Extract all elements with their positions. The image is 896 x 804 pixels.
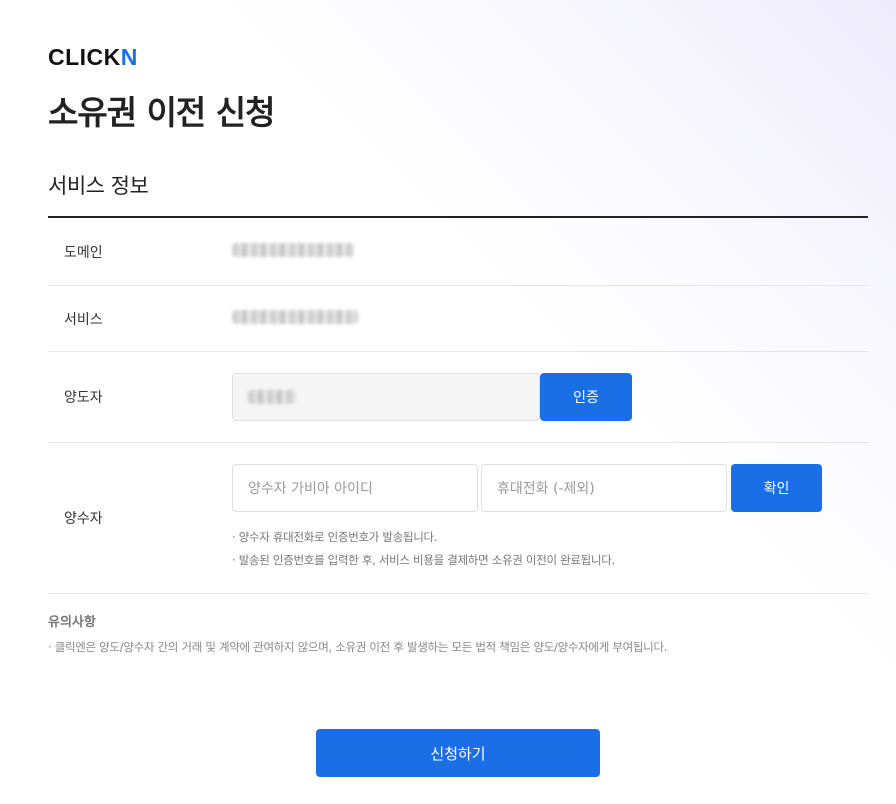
transferee-id-input[interactable]: 양수자 가비아 아이디: [232, 464, 478, 512]
domain-value-redacted: [232, 243, 354, 257]
transferor-id-field: [232, 373, 540, 421]
transferor-value: 인증: [232, 373, 868, 421]
section-title: 서비스 정보: [48, 174, 149, 198]
domain-label: 도메인: [64, 244, 103, 261]
service-value: [232, 309, 868, 328]
submit-button[interactable]: 신청하기: [316, 729, 600, 777]
notice-section: 유의사항 · 클릭엔은 양도/양수자 간의 거래 및 계약에 관여하지 않으며,…: [48, 611, 868, 655]
verify-button[interactable]: 인증: [540, 373, 632, 421]
logo-accent: N: [120, 44, 138, 70]
transferee-row: 양수자 양수자 가비아 아이디 휴대전화 (-제외) 확인 · 양수자 휴대전화…: [48, 443, 868, 594]
clickn-logo[interactable]: CLICKN: [48, 44, 138, 71]
notice-title: 유의사항: [48, 615, 96, 630]
domain-row: 도메인: [48, 218, 868, 286]
transferee-phone-input[interactable]: 휴대전화 (-제외): [481, 464, 727, 512]
service-value-redacted: [232, 310, 358, 324]
transferor-id-redacted: [248, 390, 296, 404]
service-row: 서비스: [48, 286, 868, 352]
service-info-table: 도메인 서비스 양도자 인증 양수자 양수자 가비아 아이디 휴대전화 (-제외…: [48, 216, 868, 594]
hint-item: · 발송된 인증번호를 입력한 후, 서비스 비용을 결제하면 소유권 이전이 …: [232, 553, 615, 567]
service-label: 서비스: [64, 311, 103, 328]
transferor-label: 양도자: [64, 390, 103, 406]
transferee-hints: · 양수자 휴대전화로 인증번호가 발송됩니다. · 발송된 인증번호를 입력한…: [232, 526, 868, 572]
hint-item: · 양수자 휴대전화로 인증번호가 발송됩니다.: [232, 530, 438, 544]
notice-text: · 클릭엔은 양도/양수자 간의 거래 및 계약에 관여하지 않으며, 소유권 …: [48, 640, 668, 654]
transferor-row: 양도자 인증: [48, 352, 868, 443]
logo-main: CLICK: [48, 44, 121, 70]
page-title: 소유권 이전 신청: [48, 93, 275, 132]
transferee-label: 양수자: [64, 511, 103, 527]
domain-value: [232, 242, 868, 261]
confirm-button[interactable]: 확인: [731, 464, 822, 512]
transferee-value: 양수자 가비아 아이디 휴대전화 (-제외) 확인 · 양수자 휴대전화로 인증…: [232, 464, 868, 572]
